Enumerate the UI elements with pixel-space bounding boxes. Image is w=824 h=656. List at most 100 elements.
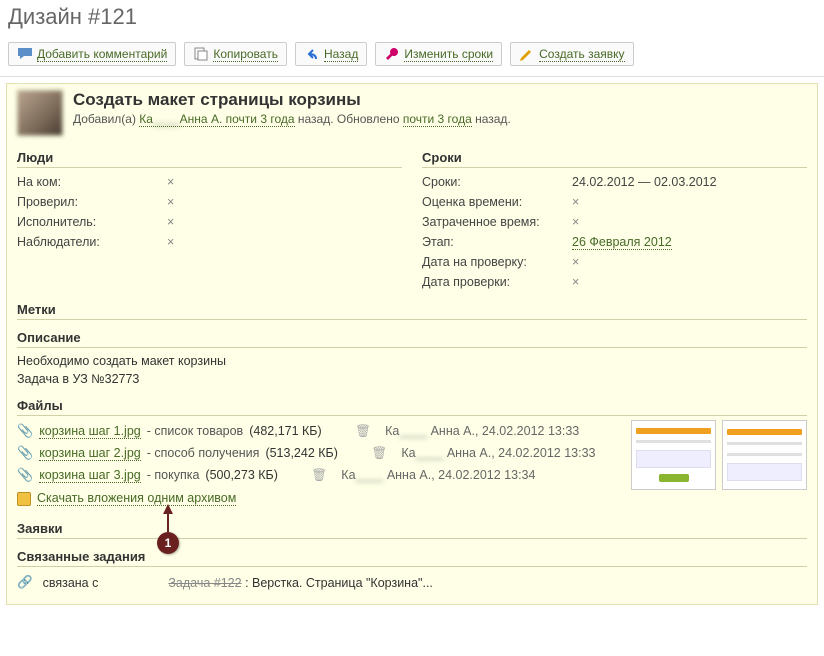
updated-suffix: назад. bbox=[475, 112, 511, 126]
related-task-link[interactable]: Задача #122 bbox=[168, 576, 241, 590]
value-on-whom: × bbox=[167, 175, 402, 189]
archive-icon bbox=[17, 492, 31, 506]
task-card: Создать макет страницы корзины Добавил(а… bbox=[6, 83, 818, 605]
file-meta: Ка____ Анна А., 24.02.2012 13:33 bbox=[385, 424, 579, 438]
row-on-whom: На ком: × bbox=[17, 172, 402, 192]
label-review-date: Дата на проверку: bbox=[422, 255, 572, 269]
label-spent: Затраченное время: bbox=[422, 215, 572, 229]
task-title: Создать макет страницы корзины bbox=[73, 90, 511, 110]
row-estimate: Оценка времени: × bbox=[422, 192, 807, 212]
value-executor: × bbox=[167, 215, 402, 229]
author-link[interactable]: Ка____Анна А. bbox=[139, 112, 225, 127]
change-dates-button[interactable]: Изменить сроки bbox=[375, 42, 502, 66]
file-row: 📎 корзина шаг 1.jpg - список товаров (48… bbox=[17, 420, 621, 442]
value-watchers: × bbox=[167, 235, 402, 249]
related-label: связана с bbox=[43, 576, 99, 590]
file-desc: - способ получения bbox=[147, 446, 260, 460]
label-check-date: Дата проверки: bbox=[422, 275, 572, 289]
related-section-title: Связанные задания bbox=[17, 545, 807, 567]
copy-label: Копировать bbox=[213, 47, 278, 62]
description-line-1: Необходимо создать макет корзины bbox=[17, 352, 807, 370]
comment-icon bbox=[17, 46, 33, 62]
paperclip-icon: 📎 bbox=[17, 445, 33, 461]
wrench-icon bbox=[384, 46, 400, 62]
label-on-whom: На ком: bbox=[17, 175, 167, 189]
page-title: Дизайн #121 bbox=[0, 0, 824, 38]
related-desc: : Верстка. Страница "Корзина"... bbox=[245, 576, 433, 590]
row-spent: Затраченное время: × bbox=[422, 212, 807, 232]
create-request-label: Создать заявку bbox=[539, 47, 624, 62]
copy-button[interactable]: Копировать bbox=[184, 42, 287, 66]
row-checked: Проверил: × bbox=[17, 192, 402, 212]
task-meta: Добавил(а) Ка____Анна А. почти 3 года на… bbox=[73, 112, 511, 126]
create-request-button[interactable]: Создать заявку bbox=[510, 42, 633, 66]
row-stage: Этап: 26 Февраля 2012 bbox=[422, 232, 807, 252]
file-row: 📎 корзина шаг 3.jpg - покупка (500,273 К… bbox=[17, 464, 621, 486]
updated-prefix: Обновлено bbox=[337, 112, 400, 126]
delete-file-icon[interactable]: 🗑 bbox=[355, 424, 371, 439]
add-comment-label: Добавить комментарий bbox=[37, 47, 167, 62]
link-icon: 🔗 bbox=[17, 575, 33, 590]
created-ago-link[interactable]: почти 3 года bbox=[226, 112, 295, 127]
ago-suffix: назад. bbox=[298, 112, 334, 126]
label-stage: Этап: bbox=[422, 235, 572, 249]
file-thumbnails bbox=[631, 420, 807, 490]
added-prefix: Добавил(а) bbox=[73, 112, 136, 126]
file-link[interactable]: корзина шаг 3.jpg bbox=[39, 468, 141, 483]
file-meta: Ка____ Анна А., 24.02.2012 13:33 bbox=[401, 446, 595, 460]
file-desc: - список товаров bbox=[147, 424, 243, 438]
value-review-date: × bbox=[572, 255, 807, 269]
thumbnail[interactable] bbox=[631, 420, 716, 490]
updated-ago-link[interactable]: почти 3 года bbox=[403, 112, 472, 127]
change-dates-label: Изменить сроки bbox=[404, 47, 493, 62]
file-size: (500,273 КБ) bbox=[205, 468, 305, 482]
row-range: Сроки: 24.02.2012 — 02.03.2012 bbox=[422, 172, 807, 192]
label-watchers: Наблюдатели: bbox=[17, 235, 167, 249]
file-size: (482,171 КБ) bbox=[249, 424, 349, 438]
back-label: Назад bbox=[324, 47, 358, 62]
file-link[interactable]: корзина шаг 1.jpg bbox=[39, 424, 141, 439]
files-list: 📎 корзина шаг 1.jpg - список товаров (48… bbox=[17, 420, 621, 511]
row-executor: Исполнитель: × bbox=[17, 212, 402, 232]
copy-icon bbox=[193, 46, 209, 62]
pencil-icon bbox=[519, 46, 535, 62]
label-estimate: Оценка времени: bbox=[422, 195, 572, 209]
paperclip-icon: 📎 bbox=[17, 423, 33, 439]
description-section-title: Описание bbox=[17, 326, 807, 348]
labels-section-title: Метки bbox=[17, 298, 807, 320]
add-comment-button[interactable]: Добавить комментарий bbox=[8, 42, 176, 66]
row-review-date: Дата на проверку: × bbox=[422, 252, 807, 272]
value-check-date: × bbox=[572, 275, 807, 289]
files-section-title: Файлы bbox=[17, 394, 807, 416]
requests-section-title: Заявки bbox=[17, 517, 807, 539]
people-section-title: Люди bbox=[17, 146, 402, 168]
value-range: 24.02.2012 — 02.03.2012 bbox=[572, 175, 807, 189]
row-check-date: Дата проверки: × bbox=[422, 272, 807, 292]
label-range: Сроки: bbox=[422, 175, 572, 189]
stage-link[interactable]: 26 Февраля 2012 bbox=[572, 235, 672, 250]
dates-section-title: Сроки bbox=[422, 146, 807, 168]
back-button[interactable]: Назад bbox=[295, 42, 367, 66]
file-meta: Ка____ Анна А., 24.02.2012 13:34 bbox=[341, 468, 535, 482]
author-visible: Анна А. bbox=[180, 112, 223, 126]
row-watchers: Наблюдатели: × bbox=[17, 232, 402, 252]
paperclip-icon: 📎 bbox=[17, 467, 33, 483]
label-executor: Исполнитель: bbox=[17, 215, 167, 229]
file-desc: - покупка bbox=[147, 468, 200, 482]
delete-file-icon[interactable]: 🗑 bbox=[311, 468, 327, 483]
value-checked: × bbox=[167, 195, 402, 209]
label-checked: Проверил: bbox=[17, 195, 167, 209]
download-all-link[interactable]: Скачать вложения одним архивом bbox=[37, 491, 236, 506]
back-arrow-icon bbox=[304, 46, 320, 62]
toolbar: Добавить комментарий Копировать Назад Из… bbox=[0, 38, 824, 77]
file-link[interactable]: корзина шаг 2.jpg bbox=[39, 446, 141, 461]
value-spent: × bbox=[572, 215, 807, 229]
thumbnail[interactable] bbox=[722, 420, 807, 490]
related-row: 🔗 связана с Задача #122 : Верстка. Стран… bbox=[17, 571, 807, 594]
avatar bbox=[17, 90, 63, 136]
file-row: 📎 корзина шаг 2.jpg - способ получения (… bbox=[17, 442, 621, 464]
file-size: (513,242 КБ) bbox=[265, 446, 365, 460]
value-estimate: × bbox=[572, 195, 807, 209]
description-line-2: Задача в УЗ №32773 bbox=[17, 370, 807, 388]
delete-file-icon[interactable]: 🗑 bbox=[371, 446, 387, 461]
